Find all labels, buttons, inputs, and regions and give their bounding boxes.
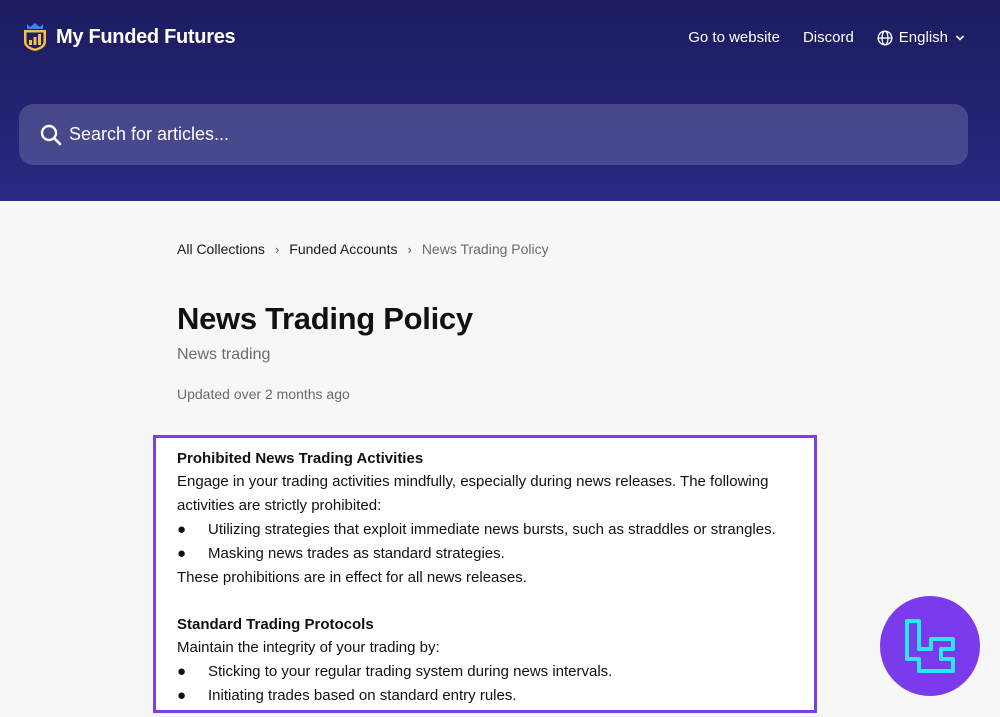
discord-link[interactable]: Discord [803,29,854,46]
section-intro: Engage in your trading activities mindfu… [177,473,769,514]
section-heading: Standard Trading Protocols [177,616,374,633]
updated-timestamp: Updated over 2 months ago [177,386,350,402]
breadcrumb-separator: › [407,241,412,257]
list-item-text: Initiating trades based on standard entr… [208,687,517,704]
bullet-list: ● Utilizing strategies that exploit imme… [177,518,807,566]
globe-icon [877,29,893,46]
top-nav: Go to website Discord English [688,29,966,46]
breadcrumb-current: News Trading Policy [421,241,549,257]
search-bar[interactable] [19,104,968,165]
page-subtitle: News trading [177,346,271,363]
section-heading: Prohibited News Trading Activities [177,450,424,467]
search-input[interactable] [69,124,949,145]
list-item: ● Sticking to your regular trading syste… [177,660,807,684]
page-title: News Trading Policy [177,301,473,336]
bullet: ● [177,687,187,704]
list-item: ● Initiating trades based on standard en… [177,684,807,708]
brand[interactable]: My Funded Futures [22,22,236,52]
section-outro: These prohibitions are in effect for all… [177,569,527,586]
go-to-website-link[interactable]: Go to website [688,29,780,46]
bullet-list: ● Sticking to your regular trading syste… [177,660,807,708]
language-selector[interactable]: English [877,29,966,46]
list-item: ● Masking news trades as standard strate… [177,542,807,566]
article-body: Prohibited News Trading Activities Engag… [177,448,807,708]
chart-shield-icon [24,23,46,51]
site-header: My Funded Futures Go to website Discord … [0,0,1000,201]
breadcrumb-all-collections[interactable]: All Collections [177,241,265,257]
list-item: ● Utilizing strategies that exploit imme… [177,518,807,542]
tc-logo-badge [880,596,980,696]
list-item-text: Masking news trades as standard strategi… [208,545,505,562]
chevron-down-icon [956,35,964,40]
bullet: ● [177,521,187,538]
language-label: English [898,29,948,46]
list-item-text: Utilizing strategies that exploit immedi… [208,521,776,538]
bullet: ● [177,545,187,562]
tc-logo-icon [905,619,955,673]
search-icon [40,124,62,145]
section-intro: Maintain the integrity of your trading b… [177,639,440,656]
breadcrumb: All Collections › Funded Accounts › News… [177,241,549,257]
highlighted-article-region: Prohibited News Trading Activities Engag… [153,435,817,713]
brand-name: My Funded Futures [56,25,236,48]
breadcrumb-separator: › [274,241,280,257]
list-item-text: Sticking to your regular trading system … [208,663,613,680]
breadcrumb-funded-accounts[interactable]: Funded Accounts [289,241,397,257]
bullet: ● [177,663,187,680]
